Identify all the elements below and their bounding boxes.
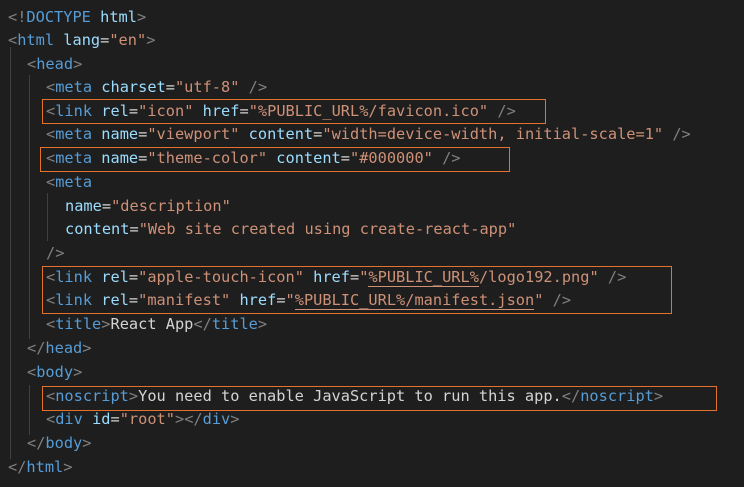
equals: = xyxy=(129,220,139,238)
attr-name: name xyxy=(65,197,102,215)
tag-name: title xyxy=(55,315,102,333)
bracket: /> xyxy=(248,78,268,96)
tag-name: meta xyxy=(55,78,93,96)
equals: = xyxy=(101,197,112,215)
attr-value: "utf-8" xyxy=(174,78,240,96)
bracket: > xyxy=(63,458,73,476)
attr-name: content xyxy=(248,125,314,143)
bracket: </ xyxy=(27,339,46,357)
bracket: > xyxy=(73,55,83,73)
equals: = xyxy=(138,125,148,143)
tag-name: meta xyxy=(55,125,93,143)
attr-value: "Web site created using create-react-app… xyxy=(138,220,517,238)
bracket: < xyxy=(27,55,37,73)
code-line-body-open: <body> xyxy=(27,361,82,385)
attr-name: id xyxy=(92,410,111,428)
bracket: < xyxy=(46,125,56,143)
attr-name: lang xyxy=(63,31,101,49)
bracket: < xyxy=(46,315,56,333)
code-line-html-close: </html> xyxy=(8,456,72,480)
bracket: /> xyxy=(46,244,65,262)
bracket: </ xyxy=(8,458,27,476)
tag-name: head xyxy=(45,339,83,357)
bracket: > xyxy=(146,31,156,49)
code-line-meta-desc-content: content="Web site created using create-r… xyxy=(65,218,516,242)
attr-name: content xyxy=(65,220,130,238)
indent-guide xyxy=(10,47,11,459)
tag-name: body xyxy=(45,434,83,452)
bracket: /> xyxy=(672,125,691,143)
attr-name: name xyxy=(101,125,139,143)
bracket: < xyxy=(8,31,18,49)
bracket: > xyxy=(82,339,92,357)
highlight-box-favicon xyxy=(42,99,546,124)
bracket: > xyxy=(73,363,83,381)
doctype-name: html xyxy=(100,8,137,26)
code-line-div-root: <div id="root"></div> xyxy=(46,408,239,432)
highlight-box-noscript xyxy=(42,386,717,411)
attr-value: "width=device-width, initial-scale=1" xyxy=(322,125,664,143)
tag-name: html xyxy=(17,31,55,49)
indent-guide xyxy=(47,193,48,241)
attr-value: "en" xyxy=(109,31,147,49)
attr-value: "viewport" xyxy=(147,125,240,143)
bracket: </ xyxy=(193,315,212,333)
code-line-head-open: <head> xyxy=(27,53,82,77)
doctype-open: <! xyxy=(8,8,27,26)
code-line-doctype: <!DOCTYPE html> xyxy=(8,6,146,30)
tag-name: div xyxy=(55,410,83,428)
bracket: > xyxy=(101,315,111,333)
code-line-title: <title>React App</title> xyxy=(46,313,267,337)
equals: = xyxy=(110,410,120,428)
tag-name: div xyxy=(202,410,231,428)
bracket: > xyxy=(230,410,240,428)
code-line-html-open: <html lang="en"> xyxy=(8,29,155,53)
indent-guide xyxy=(29,385,30,435)
equals: = xyxy=(165,78,175,96)
bracket: > xyxy=(257,315,268,333)
bracket: > xyxy=(82,434,92,452)
tag-name: body xyxy=(36,363,74,381)
code-line-meta-charset: <meta charset="utf-8" /> xyxy=(46,76,267,100)
highlight-box-apple-manifest xyxy=(42,266,672,314)
code-line-body-close: </body> xyxy=(27,432,91,456)
doctype-close: > xyxy=(136,8,147,26)
bracket: < xyxy=(46,173,56,191)
attr-value: "root" xyxy=(119,410,175,428)
bracket: < xyxy=(46,410,56,428)
bracket: ></ xyxy=(174,410,203,428)
equals: = xyxy=(100,31,110,49)
title-text: React App xyxy=(110,315,194,333)
indent-guide xyxy=(29,75,30,339)
attr-name: charset xyxy=(101,78,166,96)
tag-name: head xyxy=(36,55,74,73)
doctype-keyword: DOCTYPE xyxy=(26,8,91,26)
tag-name: title xyxy=(211,315,258,333)
attr-value: "description" xyxy=(111,197,231,215)
highlight-box-theme-color xyxy=(40,147,510,172)
bracket: < xyxy=(27,363,37,381)
bracket: < xyxy=(46,78,56,96)
code-line-meta-desc-open: <meta xyxy=(46,171,92,195)
bracket: </ xyxy=(27,434,46,452)
code-line-meta-viewport: <meta name="viewport" content="width=dev… xyxy=(46,123,691,147)
code-line-meta-desc-name: name="description" xyxy=(65,195,231,219)
code-line-head-close: </head> xyxy=(27,337,91,361)
code-editor[interactable]: <!DOCTYPE html> <html lang="en"> <head> … xyxy=(0,0,744,487)
equals: = xyxy=(313,125,323,143)
tag-name: meta xyxy=(55,173,93,191)
tag-name: html xyxy=(26,458,64,476)
code-line-meta-desc-close: /> xyxy=(46,242,64,266)
